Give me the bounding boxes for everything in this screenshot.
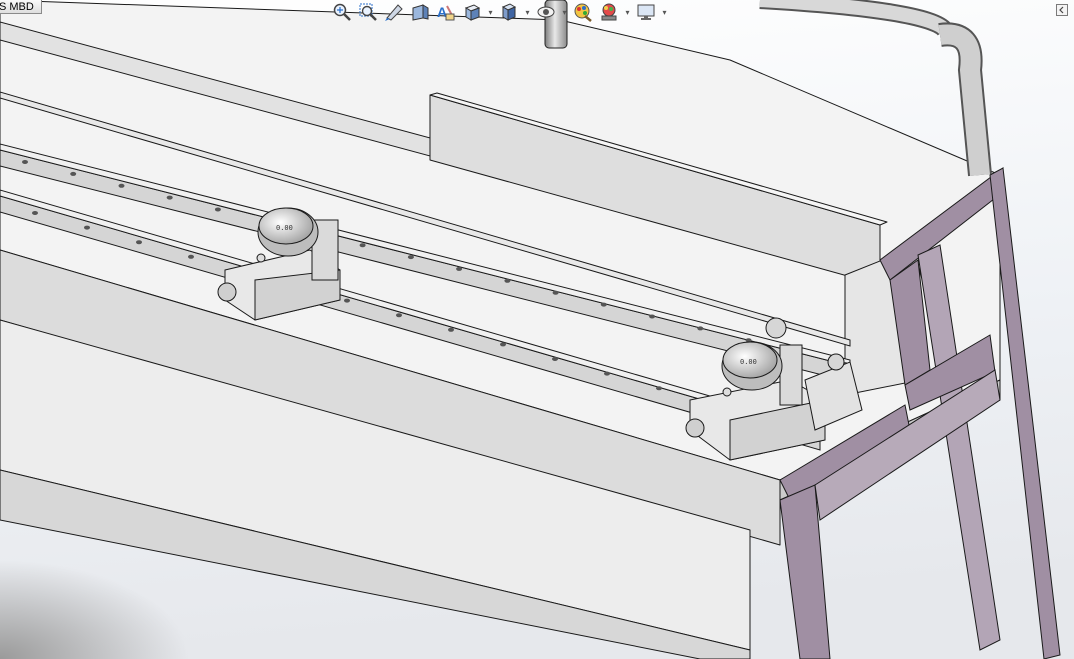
monitor-icon[interactable] (634, 1, 658, 23)
rail-hole (504, 278, 511, 283)
rail-hole (656, 386, 662, 391)
section-view-icon[interactable] (408, 1, 432, 23)
rail-hole (22, 160, 28, 164)
appearance-icon[interactable] (571, 1, 595, 23)
graphics-viewport[interactable]: 0.00 0.00 (0, 0, 1074, 659)
zoom-area-icon[interactable] (356, 1, 380, 23)
rail-hole (697, 326, 704, 331)
svg-text:0.00: 0.00 (740, 358, 757, 366)
rail-hole (456, 266, 463, 271)
rail-hole (70, 171, 77, 176)
display-style-dropdown-icon[interactable]: ▾ (523, 1, 532, 23)
svg-text:0.00: 0.00 (276, 224, 293, 232)
rail-hole (552, 290, 559, 295)
previous-view-icon[interactable] (382, 1, 406, 23)
rail-hole (214, 207, 221, 212)
mbd-tab[interactable]: S MBD (0, 0, 42, 14)
rail-hole (649, 314, 656, 319)
viewport-shadow (0, 440, 420, 659)
rail-hole (84, 225, 90, 230)
annotation-icon[interactable]: A (434, 1, 458, 23)
rail-hole (136, 240, 142, 245)
rail-hole (552, 357, 558, 361)
rail-hole (188, 254, 194, 259)
rail-hole (396, 313, 402, 318)
rail-hole (600, 302, 607, 307)
zoom-fit-icon[interactable] (330, 1, 354, 23)
rail-hole (604, 371, 610, 376)
rail-hole (32, 211, 38, 215)
rail-hole (448, 327, 454, 332)
expand-panel-icon[interactable] (1056, 4, 1068, 16)
rail-hole (407, 255, 414, 260)
rail-hole (359, 243, 366, 248)
rail-hole (166, 195, 173, 200)
rail-hole (500, 342, 506, 347)
view-settings-dropdown-icon[interactable]: ▾ (660, 1, 669, 23)
rail-hole (344, 298, 350, 303)
hide-show-dropdown-icon[interactable]: ▾ (560, 1, 569, 23)
scene-dropdown-icon[interactable]: ▾ (623, 1, 632, 23)
hide-show-icon[interactable] (534, 1, 558, 23)
rail-hole (118, 183, 125, 188)
view-orientation-icon[interactable] (460, 1, 484, 23)
scene-icon[interactable] (597, 1, 621, 23)
view-orientation-dropdown-icon[interactable]: ▾ (486, 1, 495, 23)
heads-up-view-toolbar: A ▾ ▾ ▾ ▾ ▾ (330, 0, 669, 24)
display-style-icon[interactable] (497, 1, 521, 23)
